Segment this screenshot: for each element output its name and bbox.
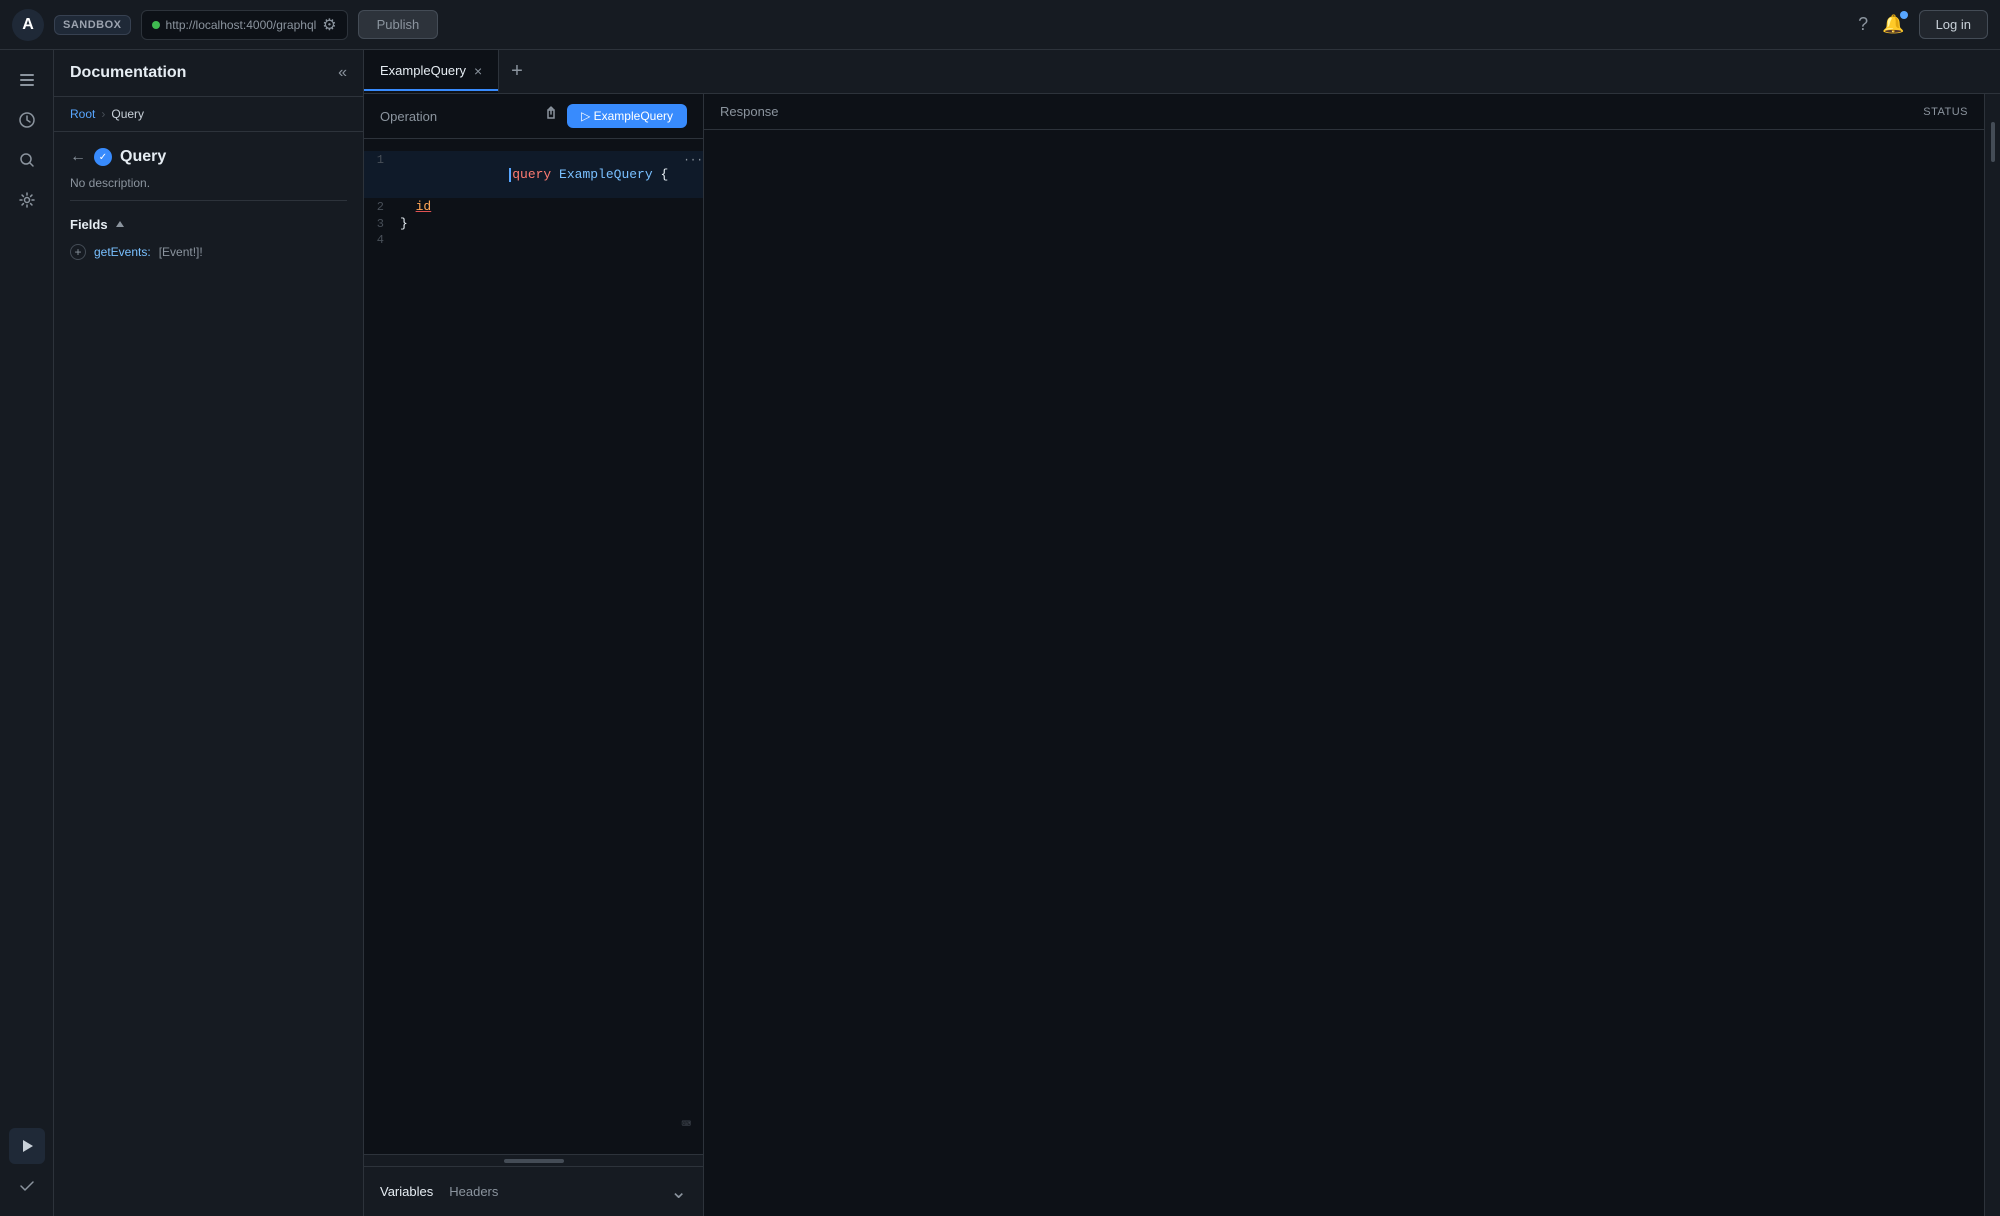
line-content-2: id: [400, 199, 703, 214]
tab-label: ExampleQuery: [380, 63, 466, 78]
play-sidebar-btn[interactable]: [9, 1128, 45, 1164]
line-content-3: }: [400, 216, 703, 231]
line-num-2: 2: [364, 200, 400, 214]
topbar-right: ? 🔔 Log in: [1858, 10, 1988, 39]
logo: A: [12, 9, 44, 41]
docs-title: Documentation: [70, 64, 186, 82]
keyboard-hint-icon: ⌨: [681, 1114, 691, 1134]
code-editor[interactable]: 1 query ExampleQuery { ··· 2 id 3: [364, 139, 703, 1154]
response-title: Response: [720, 104, 779, 119]
tabs-bar: ExampleQuery × +: [364, 50, 2000, 94]
sandbox-badge: SANDBOX: [54, 15, 131, 35]
history-sidebar-btn[interactable]: [9, 102, 45, 138]
docs-query-header: ← ✓ Query: [70, 148, 347, 166]
breadcrumb-separator: ›: [101, 107, 105, 121]
editor-pane: Operation ▷ ExampleQuery: [364, 94, 704, 1216]
breadcrumb: Root › Query: [54, 97, 363, 132]
operation-label: Operation: [380, 109, 437, 124]
check-sidebar-btn[interactable]: [9, 1168, 45, 1204]
icon-sidebar-bottom: [9, 1128, 45, 1204]
code-line-4: 4: [364, 232, 703, 248]
editor-scrollbar[interactable]: [504, 1159, 564, 1163]
docs-description: No description.: [70, 176, 347, 201]
settings-sidebar-btn[interactable]: [9, 182, 45, 218]
docs-panel: Documentation « Root › Query ← ✓ Query N…: [54, 50, 364, 1216]
connection-status-dot: [152, 21, 160, 29]
docs-panel-header: Documentation «: [54, 50, 363, 97]
response-body: [704, 130, 1984, 1216]
url-area: http://localhost:4000/graphql ⚙: [141, 10, 348, 40]
breadcrumb-root[interactable]: Root: [70, 107, 95, 121]
variables-bar: Variables Headers ⌄: [364, 1166, 703, 1216]
docs-field-item: + getEvents: [Event!]!: [70, 244, 347, 260]
breadcrumb-current: Query: [111, 107, 144, 121]
response-toolbar: Response STATUS: [704, 94, 1984, 130]
response-status: STATUS: [1923, 106, 1968, 118]
response-pane: Response STATUS: [704, 94, 1984, 1216]
tab-add-button[interactable]: +: [499, 50, 535, 93]
cursor: [509, 168, 511, 182]
fields-sort-icon: [114, 219, 126, 231]
bell-icon[interactable]: 🔔: [1882, 14, 1904, 35]
editor-toolbar-right: ▷ ExampleQuery: [543, 104, 687, 128]
query-check-badge: ✓: [94, 148, 112, 166]
share-icon[interactable]: [543, 106, 559, 127]
code-more-options[interactable]: ···: [683, 155, 703, 167]
search-sidebar-btn[interactable]: [9, 142, 45, 178]
code-line-2: 2 id: [364, 198, 703, 215]
editor-toolbar: Operation ▷ ExampleQuery: [364, 94, 703, 139]
tab-example-query[interactable]: ExampleQuery ×: [364, 50, 499, 93]
url-settings-icon[interactable]: ⚙: [322, 15, 336, 35]
line-content-1: query ExampleQuery {: [400, 152, 675, 197]
query-name: Query: [120, 148, 166, 166]
notification-badge: [1900, 11, 1908, 19]
fields-label: Fields: [70, 217, 108, 232]
right-edge: [1984, 94, 2000, 1216]
content-area: ExampleQuery × + Operation: [364, 50, 2000, 1216]
back-button[interactable]: ←: [70, 148, 86, 166]
login-button[interactable]: Log in: [1919, 10, 1988, 39]
tab-close-button[interactable]: ×: [474, 64, 482, 78]
docs-content: ← ✓ Query No description. Fields + getEv…: [54, 132, 363, 1216]
operations-sidebar-btn[interactable]: [9, 62, 45, 98]
field-name: getEvents:: [94, 245, 151, 259]
line-num-4: 4: [364, 233, 400, 247]
field-type: [Event!]!: [159, 245, 203, 259]
headers-tab[interactable]: Headers: [449, 1184, 498, 1199]
field-add-button[interactable]: +: [70, 244, 86, 260]
collapse-button[interactable]: «: [338, 64, 347, 82]
icon-sidebar: [0, 50, 54, 1216]
expand-variables-icon[interactable]: ⌄: [670, 1179, 687, 1204]
editor-scrollbar-area: [364, 1154, 703, 1166]
docs-fields-header: Fields: [70, 217, 347, 232]
code-line-1: 1 query ExampleQuery { ···: [364, 151, 703, 198]
help-icon[interactable]: ?: [1858, 14, 1868, 35]
variables-tab[interactable]: Variables: [380, 1184, 433, 1199]
run-button[interactable]: ▷ ExampleQuery: [567, 104, 687, 128]
code-line-3: 3 }: [364, 215, 703, 232]
split-pane: Operation ▷ ExampleQuery: [364, 94, 2000, 1216]
line-num-1: 1: [364, 153, 400, 167]
main-layout: Documentation « Root › Query ← ✓ Query N…: [0, 50, 2000, 1216]
topbar: A SANDBOX http://localhost:4000/graphql …: [0, 0, 2000, 50]
right-edge-handle[interactable]: [1991, 122, 1995, 162]
publish-button[interactable]: Publish: [358, 10, 439, 39]
line-num-3: 3: [364, 217, 400, 231]
url-text: http://localhost:4000/graphql: [166, 18, 317, 32]
